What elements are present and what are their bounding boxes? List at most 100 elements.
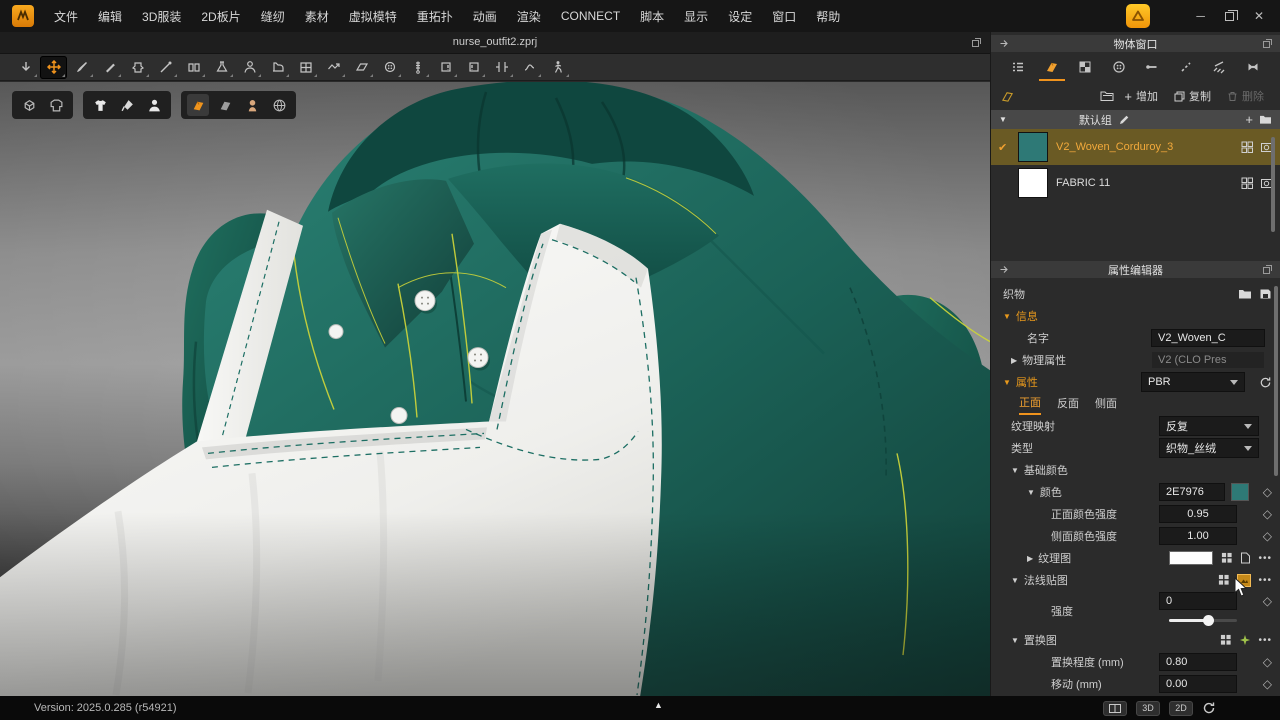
open-folder-icon[interactable] xyxy=(1100,90,1114,102)
minimize-button[interactable]: ─ xyxy=(1196,9,1205,23)
side-color-strength-input[interactable]: 1.00 xyxy=(1159,527,1237,545)
tool-pin-panel[interactable] xyxy=(432,56,459,79)
normal-strength-input[interactable]: 0 xyxy=(1159,592,1237,610)
tool-avatar[interactable] xyxy=(236,56,263,79)
pattern-assign-icon[interactable] xyxy=(1241,177,1254,190)
tool-pleat[interactable] xyxy=(488,56,515,79)
keyframe-diamond-icon[interactable]: ◇ xyxy=(1263,507,1272,521)
tool-tack-panel[interactable] xyxy=(460,56,487,79)
tool-flatten[interactable] xyxy=(320,56,347,79)
collapse-icon[interactable]: ▼ xyxy=(1011,466,1019,475)
restore-button[interactable] xyxy=(1225,12,1234,21)
more-options-icon[interactable]: ••• xyxy=(1258,635,1272,646)
add-group-icon[interactable]: + xyxy=(1245,112,1253,127)
avatar-skin-icon[interactable] xyxy=(241,94,263,116)
normal-strength-slider[interactable] xyxy=(1169,619,1237,622)
fabric-name[interactable]: V2_Woven_Corduroy_3 xyxy=(1056,141,1233,153)
expand-panel-arrow[interactable]: ▲ xyxy=(654,700,663,710)
mesh-view-icon[interactable] xyxy=(18,94,40,116)
tab-fabric[interactable] xyxy=(1037,53,1067,81)
fabric-row-v2-woven-corduroy-3[interactable]: ✔ V2_Woven_Corduroy_3 xyxy=(991,129,1280,165)
tool-select-move[interactable] xyxy=(40,56,67,79)
menu-retopology[interactable]: 重拓扑 xyxy=(407,8,463,25)
wireframe-globe-icon[interactable] xyxy=(268,94,290,116)
collapse-icon[interactable]: ▼ xyxy=(1027,488,1035,497)
collapse-icon[interactable]: ▼ xyxy=(1011,636,1019,645)
copy-fabric-button[interactable]: 复制 xyxy=(1168,88,1217,104)
tool-steamer[interactable] xyxy=(208,56,235,79)
tab-button[interactable] xyxy=(1104,53,1134,81)
tab-buttonhole[interactable] xyxy=(1137,53,1167,81)
tab-front-face[interactable]: 正面 xyxy=(1019,394,1041,415)
color-swatch[interactable] xyxy=(1231,483,1249,501)
tab-puckering[interactable] xyxy=(1204,53,1234,81)
tool-layer-garment[interactable] xyxy=(180,56,207,79)
garment-show-icon[interactable] xyxy=(89,94,111,116)
fabric-type-dropdown[interactable]: 织物_丝绒 xyxy=(1159,438,1259,458)
tool-sewing-machine[interactable] xyxy=(264,56,291,79)
property-scrollbar[interactable] xyxy=(1274,286,1278,476)
menu-render[interactable]: 渲染 xyxy=(507,8,551,25)
displacement-grid-icon[interactable] xyxy=(1220,634,1232,646)
split-view-button[interactable] xyxy=(1103,701,1127,716)
open-preset-icon[interactable] xyxy=(1238,288,1252,300)
fabric-swatch[interactable] xyxy=(1018,168,1048,198)
tool-pen[interactable] xyxy=(96,56,123,79)
view-2d-button[interactable]: 2D xyxy=(1169,701,1193,716)
tool-texture-grid[interactable] xyxy=(292,56,319,79)
project-tab[interactable]: nurse_outfit2.zprj xyxy=(0,36,990,48)
tool-simulate[interactable] xyxy=(12,56,39,79)
collapse-icon[interactable]: ▼ xyxy=(1011,576,1019,585)
close-button[interactable]: ✕ xyxy=(1254,9,1264,23)
add-fabric-button[interactable]: + 增加 xyxy=(1118,88,1164,104)
file-icon[interactable] xyxy=(1240,552,1251,564)
fabric-row-fabric-11[interactable]: FABRIC 11 xyxy=(991,165,1280,201)
shader-dropdown[interactable]: PBR xyxy=(1141,372,1245,392)
monochrome-surface-icon[interactable] xyxy=(214,94,236,116)
texture-grid-icon[interactable] xyxy=(1221,552,1233,564)
tool-wrinkle[interactable] xyxy=(516,56,543,79)
physical-preset-field[interactable]: V2 (CLO Pres xyxy=(1151,351,1265,369)
tool-pin[interactable] xyxy=(152,56,179,79)
tab-trim-bow[interactable] xyxy=(1238,53,1268,81)
texture-slot[interactable] xyxy=(1169,551,1213,565)
menu-settings[interactable]: 设定 xyxy=(718,8,762,25)
arrangement-points-icon[interactable] xyxy=(116,94,138,116)
front-color-strength-input[interactable]: 0.95 xyxy=(1159,505,1237,523)
panel-arrow-icon[interactable] xyxy=(999,264,1010,275)
generate-map-icon[interactable] xyxy=(1239,634,1251,646)
keyframe-diamond-icon[interactable]: ◇ xyxy=(1263,677,1272,691)
keyframe-diamond-icon[interactable]: ◇ xyxy=(1263,594,1272,608)
tab-side-face[interactable]: 侧面 xyxy=(1095,395,1117,414)
menu-help[interactable]: 帮助 xyxy=(806,8,850,25)
offset-input[interactable]: 0.00 xyxy=(1159,675,1237,693)
menu-avatar[interactable]: 虚拟模特 xyxy=(339,8,407,25)
menu-animation[interactable]: 动画 xyxy=(463,8,507,25)
menu-sewing[interactable]: 缝纫 xyxy=(251,8,295,25)
menu-2d-pattern[interactable]: 2D板片 xyxy=(191,8,250,25)
group-folder-icon[interactable] xyxy=(1259,114,1272,125)
more-options-icon[interactable]: ••• xyxy=(1258,575,1272,586)
save-preset-icon[interactable] xyxy=(1259,288,1272,300)
reset-icon[interactable] xyxy=(1259,376,1272,389)
color-hex-input[interactable]: 2E7976 xyxy=(1159,483,1225,501)
tab-float-icon[interactable] xyxy=(971,37,982,48)
tool-garment[interactable] xyxy=(124,56,151,79)
tab-back-face[interactable]: 反面 xyxy=(1057,395,1079,414)
menu-3d-garment[interactable]: 3D服装 xyxy=(132,8,191,25)
delete-fabric-button[interactable]: 删除 xyxy=(1221,88,1270,104)
keyframe-diamond-icon[interactable]: ◇ xyxy=(1263,529,1272,543)
normal-grid-icon[interactable] xyxy=(1218,574,1230,586)
collapse-icon[interactable]: ▼ xyxy=(1003,378,1011,387)
texture-mapping-dropdown[interactable]: 反复 xyxy=(1159,416,1259,436)
tool-fold[interactable] xyxy=(348,56,375,79)
collapse-icon[interactable]: ▼ xyxy=(1003,312,1011,321)
fabric-swatch[interactable] xyxy=(1018,132,1048,162)
slider-knob[interactable] xyxy=(1203,615,1214,626)
expand-icon[interactable]: ▶ xyxy=(1011,356,1017,365)
panel-arrow-icon[interactable] xyxy=(999,38,1010,49)
property-editor-float-icon[interactable] xyxy=(1262,264,1273,275)
tool-walk-pose[interactable] xyxy=(544,56,571,79)
menu-window[interactable]: 窗口 xyxy=(762,8,806,25)
keyframe-diamond-icon[interactable]: ◇ xyxy=(1263,655,1272,669)
